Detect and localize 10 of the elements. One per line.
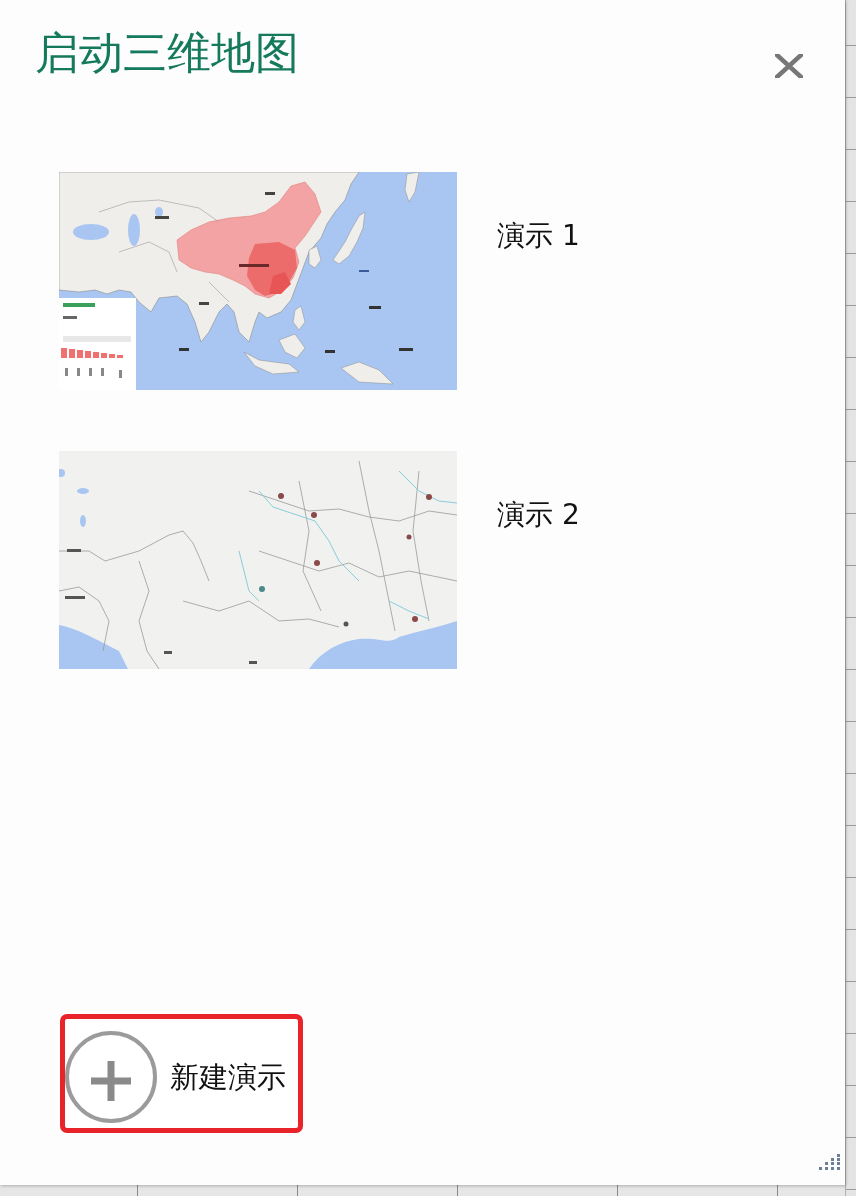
tour-label[interactable]: 演示 2 (497, 451, 580, 533)
map-thumbnail[interactable] (59, 451, 457, 669)
close-button[interactable] (775, 54, 803, 78)
add-circle-icon (65, 1031, 157, 1123)
tour-label[interactable]: 演示 1 (497, 172, 580, 254)
map-thumbnail[interactable] (59, 172, 457, 390)
dialog-title: 启动三维地图 (35, 26, 299, 79)
new-tour-button[interactable]: 新建演示 (65, 1019, 298, 1128)
resize-grip-icon[interactable] (818, 1154, 840, 1170)
close-icon (775, 54, 803, 78)
